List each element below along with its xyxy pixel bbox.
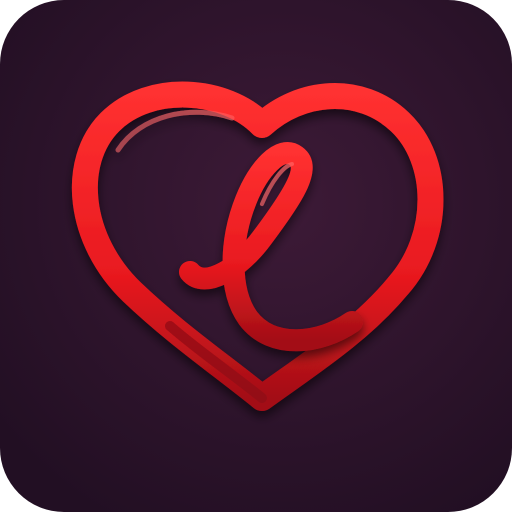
heart-letter-icon [0, 0, 512, 512]
app-icon[interactable] [0, 0, 512, 512]
